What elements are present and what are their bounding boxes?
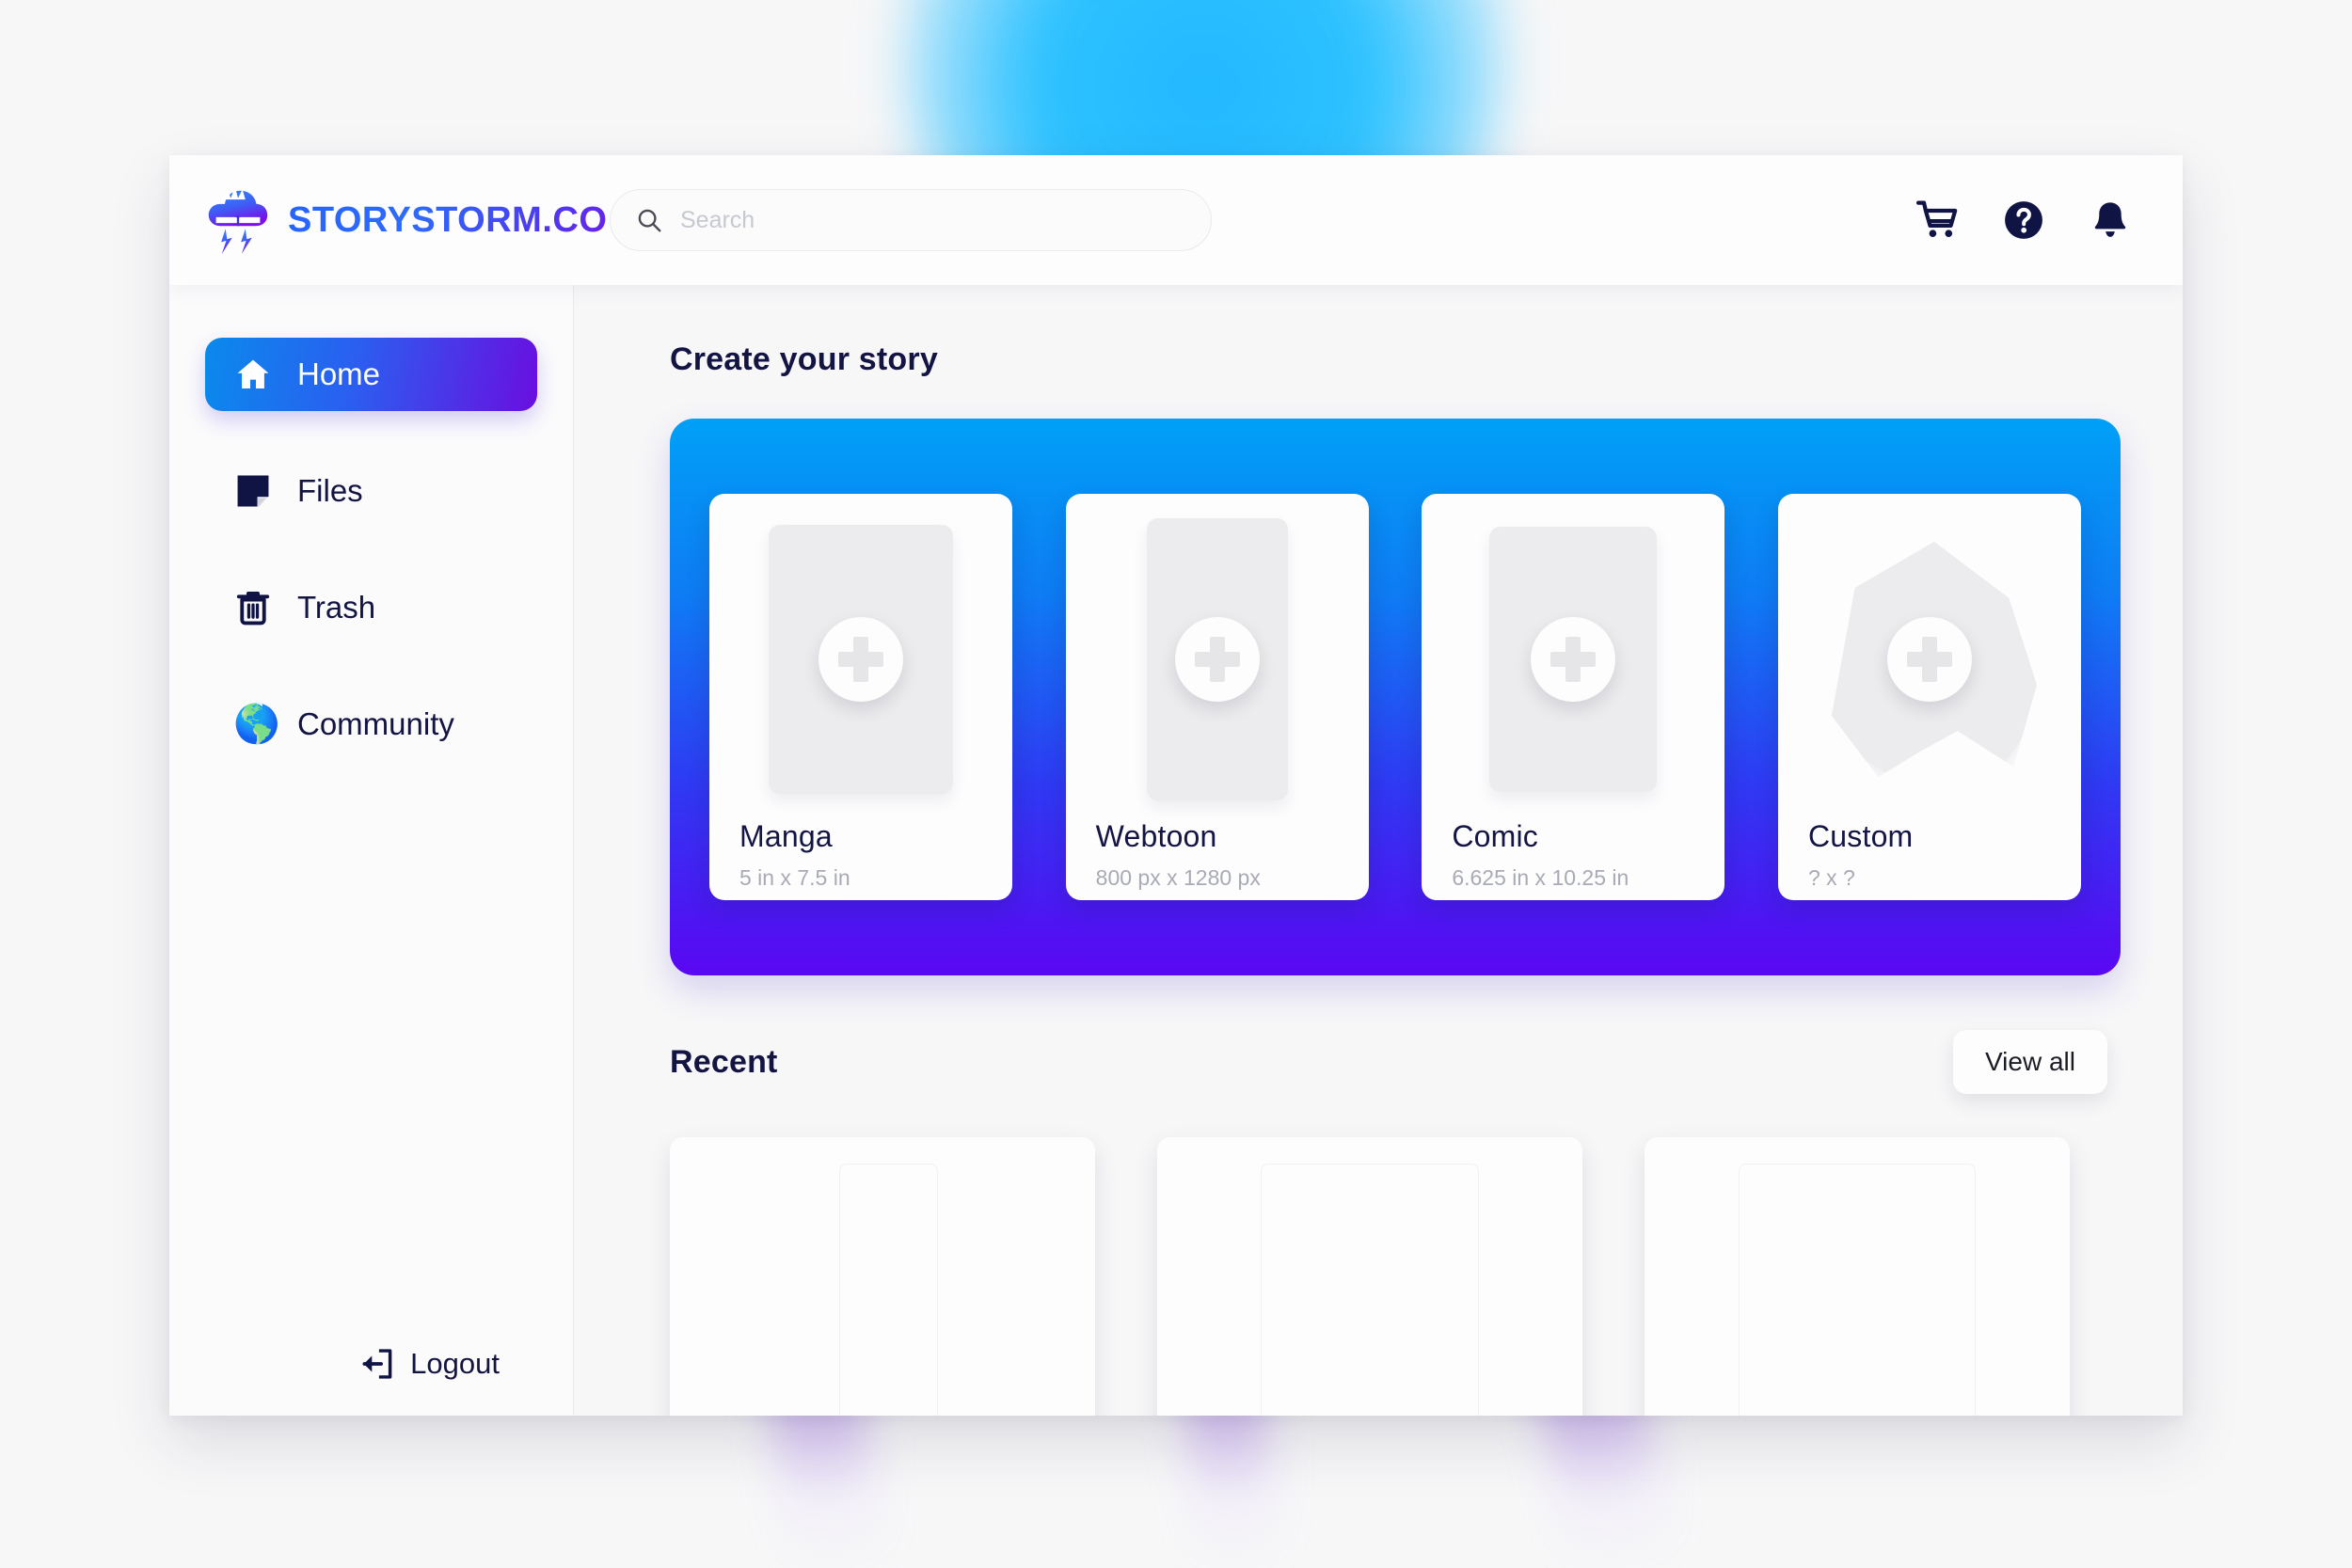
story-type-card-webtoon[interactable]: Webtoon 800 px x 1280 px [1065,494,1369,900]
home-icon [237,359,269,389]
recent-card[interactable] [670,1137,1095,1416]
search-bar[interactable] [610,189,1212,251]
trash-icon [236,592,270,626]
main-content: Create your story Manga 5 in x 7.5 in We… [574,285,2183,1416]
sidebar-item-label: Files [297,473,363,508]
plus-icon [818,617,903,702]
story-type-title: Manga [739,819,833,853]
brand-name: STORYSTORM.CO [288,199,608,240]
recent-thumbnail [1261,1164,1479,1416]
plus-icon [1886,617,1972,702]
story-type-size: 6.625 in x 10.25 in [1452,865,1629,890]
logout-button[interactable]: Logout [359,1346,537,1382]
story-type-size: 5 in x 7.5 in [739,865,850,890]
recent-thumbnail [838,1164,938,1416]
window-body: Home Files Trash 🌎 Community Logout Crea… [169,285,2183,1416]
logout-label: Logout [410,1347,500,1380]
sidebar-item-community[interactable]: 🌎 Community [205,688,537,761]
story-type-title: Custom [1807,819,1914,853]
story-type-card-custom[interactable]: Custom ? x ? [1777,494,2081,900]
question-circle-icon[interactable] [2002,198,2045,242]
sidebar-item-home[interactable]: Home [205,338,537,411]
story-type-title: Comic [1452,819,1538,853]
story-type-size: ? x ? [1807,865,1855,890]
shopping-cart-icon[interactable] [1915,198,1959,242]
brand[interactable]: STORYSTORM.CO [201,183,607,257]
recent-section-header: Recent View all [670,1030,2121,1094]
app-window: STORYSTORM.CO Search Home Files Trash 🌎 … [169,155,2183,1416]
globe-icon: 🌎 [233,704,280,745]
thumbnail-area [739,518,982,800]
story-type-card-comic[interactable]: Comic 6.625 in x 10.25 in [1422,494,1725,900]
file-note-icon [237,475,269,508]
search-icon [638,209,661,232]
top-bar-actions [1915,198,2132,242]
plus-icon [1531,617,1616,702]
sidebar-item-label: Trash [297,590,376,625]
sidebar-item-trash[interactable]: Trash [205,571,537,644]
story-type-title: Webtoon [1095,819,1217,853]
recent-section-title: Recent [670,1043,778,1080]
recent-card[interactable] [1157,1137,1582,1416]
logout-arrow-icon [362,1349,392,1379]
thumbnail-area [1096,518,1339,800]
sidebar-item-label: Home [297,356,381,391]
thumbnail-area [1452,518,1694,800]
plus-icon [1174,617,1260,702]
sidebar: Home Files Trash 🌎 Community Logout [169,285,574,1416]
recent-cards-grid [670,1137,2121,1416]
sidebar-item-label: Community [297,706,454,741]
thumbnail-area [1808,518,2051,800]
view-all-button[interactable]: View all [1953,1030,2107,1094]
story-type-card-manga[interactable]: Manga 5 in x 7.5 in [709,494,1012,900]
create-section-title: Create your story [670,341,938,377]
search-input[interactable] [680,206,1186,234]
recent-thumbnail [1739,1164,1976,1416]
storm-cloud-book-logo-icon [208,186,268,254]
create-story-panel: Manga 5 in x 7.5 in Webtoon 800 px x 128… [670,419,2121,975]
story-type-size: 800 px x 1280 px [1095,865,1261,890]
recent-card[interactable] [1645,1137,2070,1416]
bell-icon[interactable] [2089,198,2132,242]
sidebar-item-files[interactable]: Files [205,454,537,528]
top-bar: STORYSTORM.CO [169,155,2183,285]
